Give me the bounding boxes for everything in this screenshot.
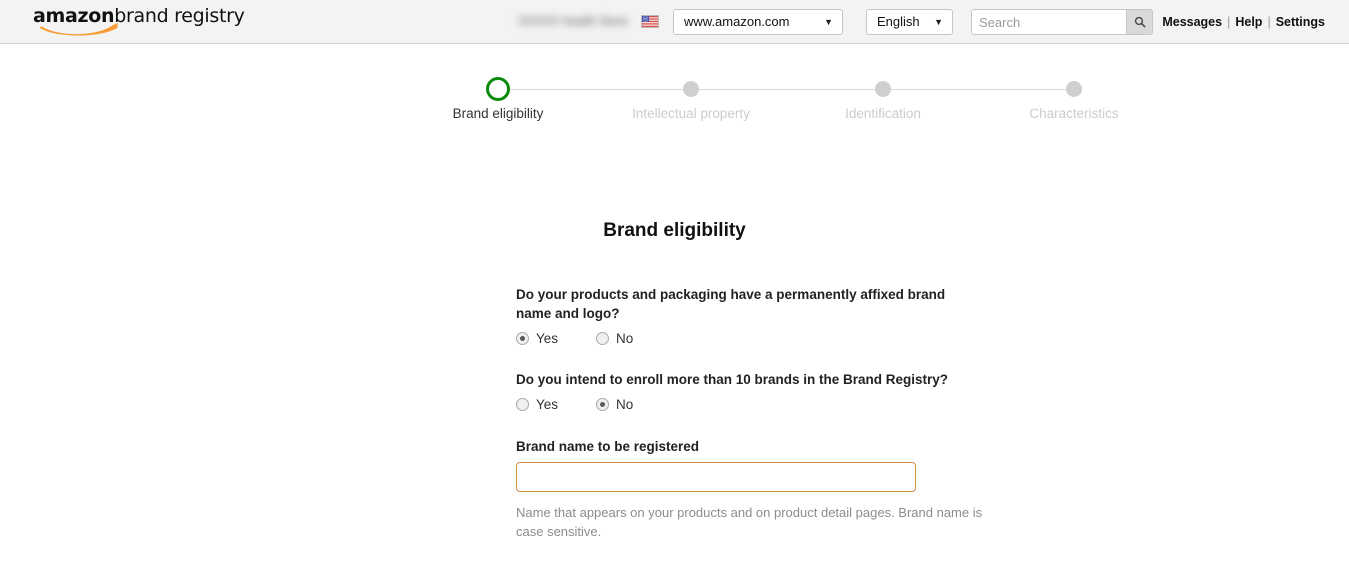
settings-link[interactable]: Settings xyxy=(1276,15,1325,29)
stepper-connector-line xyxy=(498,89,1066,90)
marketplace-domain-select[interactable]: www.amazon.com ▼ xyxy=(673,9,843,35)
radio-no-indicator[interactable] xyxy=(596,331,610,345)
search-box[interactable] xyxy=(971,9,1153,35)
language-select[interactable]: English ▼ xyxy=(866,9,953,35)
step-circle-icon xyxy=(683,81,699,97)
amazon-smile-icon xyxy=(39,22,121,36)
radio-group-enroll-more-than-10: Yes No xyxy=(516,393,986,415)
question-enroll-more-than-10: Do you intend to enroll more than 10 bra… xyxy=(516,370,986,415)
link-separator: | xyxy=(1267,15,1271,29)
question-label: Do your products and packaging have a pe… xyxy=(516,287,946,321)
progress-stepper: Brand eligibility Intellectual property … xyxy=(453,74,1119,146)
language-value: English xyxy=(877,14,920,29)
help-link[interactable]: Help xyxy=(1235,15,1262,29)
step-circle-icon xyxy=(486,77,510,101)
radio-option-label: Yes xyxy=(536,396,559,412)
store-name-label: XXXXX Health Store xyxy=(517,14,629,28)
radio-option-yes[interactable]: Yes xyxy=(516,397,558,412)
search-icon xyxy=(1134,16,1145,28)
chevron-down-icon: ▼ xyxy=(934,17,943,27)
top-header-bar: amazonbrand registry XXXXX Health Store xyxy=(0,0,1349,44)
progress-stepper-band: Brand eligibility Intellectual property … xyxy=(0,44,1349,160)
radio-option-no[interactable]: No xyxy=(596,397,633,412)
question-label: Do you intend to enroll more than 10 bra… xyxy=(516,372,949,387)
messages-link[interactable]: Messages xyxy=(1162,15,1222,29)
marketplace-domain-value: www.amazon.com xyxy=(684,14,790,29)
radio-option-label: No xyxy=(616,330,634,346)
radio-group-affixed-brand: Yes No xyxy=(516,327,986,349)
step-circle-icon xyxy=(875,81,891,97)
search-input[interactable] xyxy=(972,10,1122,34)
radio-no-indicator[interactable] xyxy=(596,397,610,411)
stepper-step-label: Brand eligibility xyxy=(452,106,544,121)
radio-option-no[interactable]: No xyxy=(596,331,633,346)
search-button[interactable] xyxy=(1126,10,1152,34)
chevron-down-icon: ▼ xyxy=(824,17,833,27)
brand-eligibility-form: Do your products and packaging have a pe… xyxy=(516,285,986,541)
amazon-brand-registry-logo[interactable]: amazonbrand registry xyxy=(33,5,245,39)
radio-option-yes[interactable]: Yes xyxy=(516,331,558,346)
radio-option-label: No xyxy=(616,396,634,412)
brand-name-label: Brand name to be registered xyxy=(516,439,700,454)
page-title: Brand eligibility xyxy=(603,220,746,241)
link-separator: | xyxy=(1227,15,1231,29)
brand-name-input[interactable] xyxy=(516,462,916,492)
logo-suffix-text: brand registry xyxy=(114,5,245,27)
stepper-step-label: Intellectual property xyxy=(632,106,750,121)
question-affixed-brand: Do your products and packaging have a pe… xyxy=(516,285,986,349)
us-flag-icon xyxy=(641,15,659,28)
radio-yes-indicator[interactable] xyxy=(516,397,529,411)
brand-name-field-block: Brand name to be registered Name that ap… xyxy=(516,439,986,541)
main-content: Brand eligibility Do your products and p… xyxy=(0,160,1349,571)
radio-yes-indicator[interactable] xyxy=(516,331,529,345)
header-links: Messages | Help | Settings xyxy=(1162,15,1325,29)
brand-name-help-text: Name that appears on your products and o… xyxy=(516,505,983,539)
step-circle-icon xyxy=(1066,81,1082,97)
radio-option-label: Yes xyxy=(536,330,559,346)
stepper-step-label: Identification xyxy=(845,106,921,121)
stepper-step-label: Characteristics xyxy=(1029,106,1119,121)
